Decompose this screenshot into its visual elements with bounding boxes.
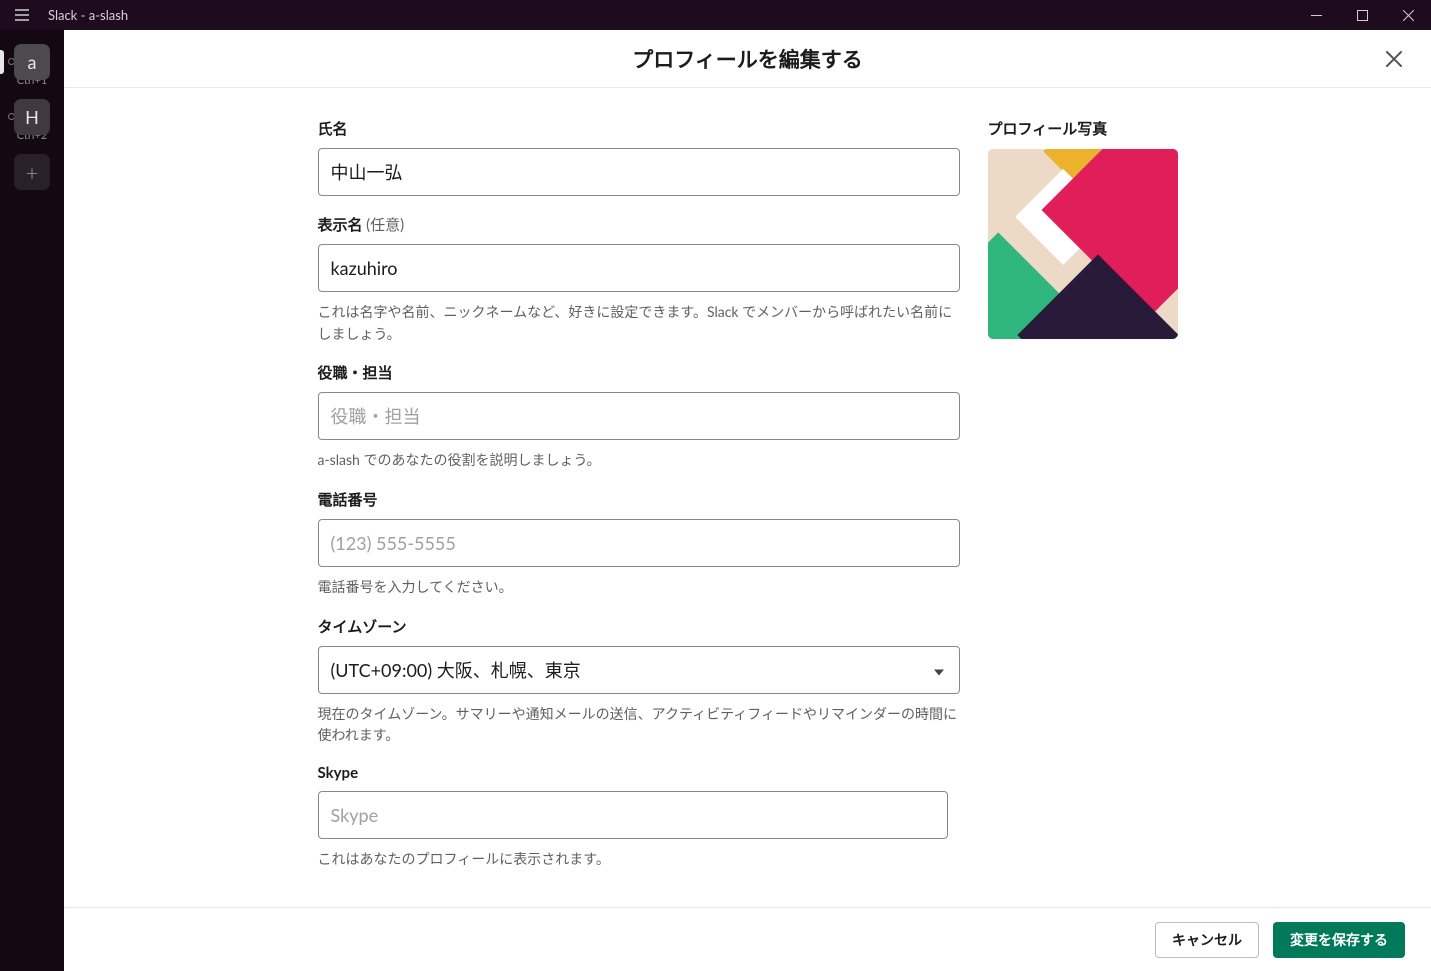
window-close-button[interactable] bbox=[1385, 0, 1431, 30]
close-icon bbox=[1384, 49, 1404, 69]
skype-label: Skype bbox=[318, 764, 960, 782]
phone-help: 電話番号を入力してください。 bbox=[318, 576, 960, 598]
window-maximize-button[interactable] bbox=[1339, 0, 1385, 30]
window-minimize-button[interactable] bbox=[1293, 0, 1339, 30]
hamburger-menu-button[interactable] bbox=[0, 0, 44, 30]
full-name-label: 氏名 bbox=[318, 118, 960, 139]
profile-photo[interactable] bbox=[988, 149, 1178, 339]
modal-title: プロフィールを編集する bbox=[632, 44, 863, 74]
avatar-placeholder-icon bbox=[988, 149, 1178, 339]
save-button[interactable]: 変更を保存する bbox=[1273, 922, 1405, 958]
window-title: Slack - a-slash bbox=[44, 7, 1293, 23]
skype-help: これはあなたのプロフィールに表示されます。 bbox=[318, 848, 960, 870]
timezone-select[interactable]: (UTC+09:00) 大阪、札幌、東京 bbox=[318, 646, 960, 694]
timezone-help: 現在のタイムゾーン。サマリーや通知メールの送信、アクティビティフィードやリマイン… bbox=[318, 703, 960, 746]
timezone-label: タイムゾーン bbox=[318, 616, 960, 637]
workspace-switcher-item-0[interactable]: a bbox=[14, 44, 50, 80]
display-name-help: これは名字や名前、ニックネームなど、好きに設定できます。Slack でメンバーか… bbox=[318, 301, 960, 344]
role-help: a-slash でのあなたの役割を説明しましょう。 bbox=[318, 449, 960, 471]
role-input[interactable] bbox=[318, 392, 960, 440]
photo-label: プロフィール写真 bbox=[988, 118, 1178, 139]
workspace-switcher-item-1[interactable]: H bbox=[14, 99, 50, 135]
full-name-input[interactable] bbox=[318, 148, 960, 196]
workspace-letter: a bbox=[28, 51, 37, 73]
workspace-letter: H bbox=[25, 106, 39, 128]
display-name-input[interactable] bbox=[318, 244, 960, 292]
display-name-label: 表示名 (任意) bbox=[318, 214, 960, 235]
modal-close-button[interactable] bbox=[1379, 44, 1409, 74]
phone-label: 電話番号 bbox=[318, 489, 960, 510]
phone-input[interactable] bbox=[318, 519, 960, 567]
add-workspace-button[interactable]: + bbox=[14, 154, 50, 190]
cancel-button[interactable]: キャンセル bbox=[1155, 922, 1259, 958]
skype-input[interactable] bbox=[318, 791, 948, 839]
role-label: 役職・担当 bbox=[318, 362, 960, 383]
